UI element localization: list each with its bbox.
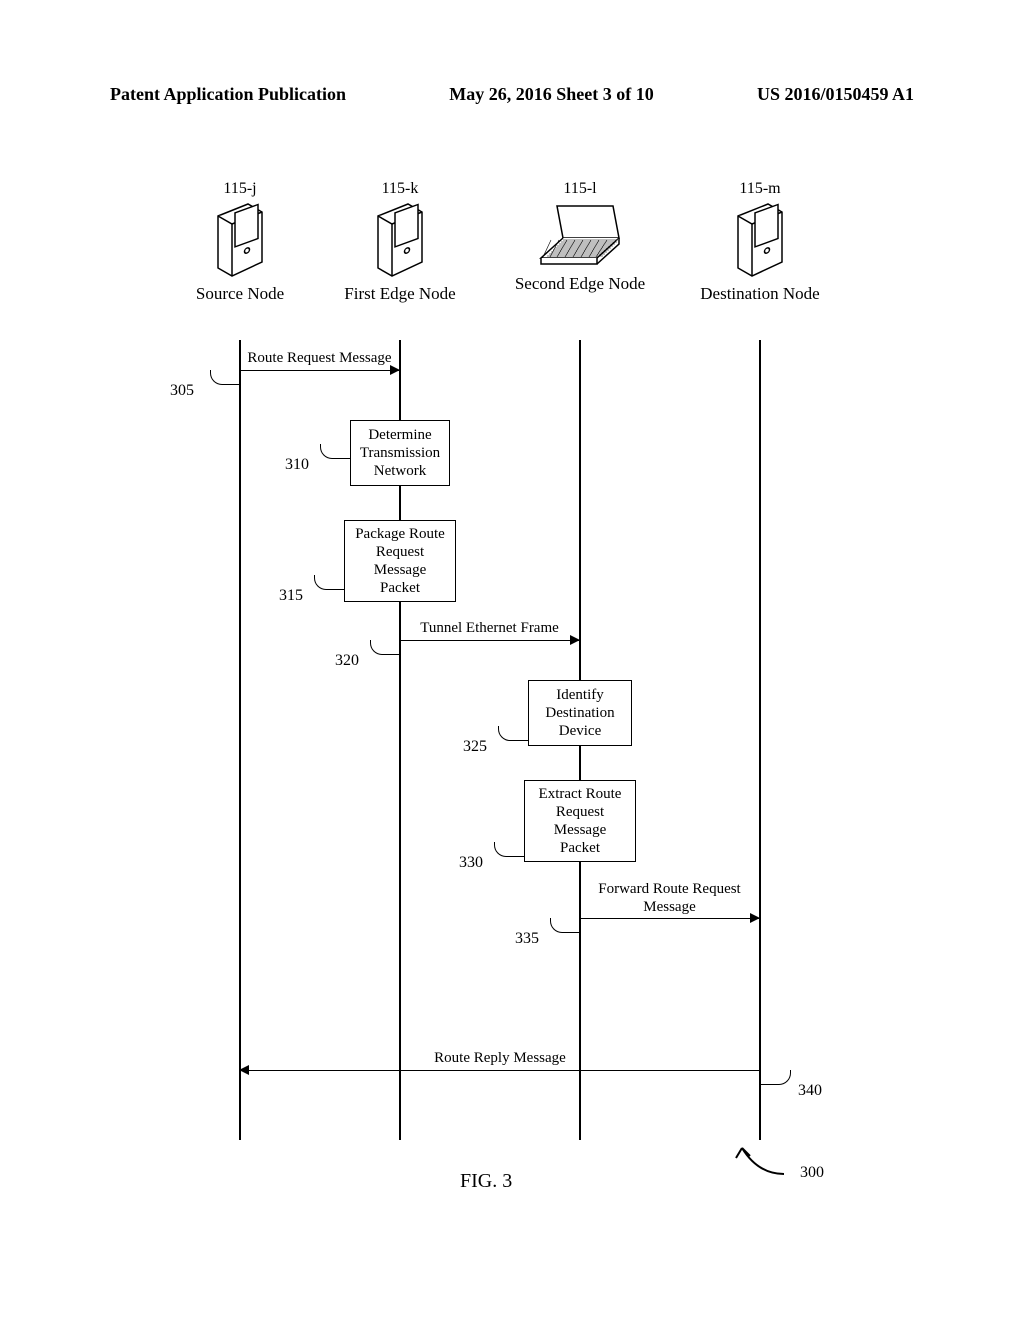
label-305: Route Request Message (240, 350, 399, 367)
box-package-route: Package Route Request Message Packet (344, 520, 456, 602)
box-325-text: Identify Destination Device (537, 686, 623, 740)
box-315-text: Package Route Request Message Packet (353, 525, 447, 597)
figure-label: FIG. 3 (460, 1170, 512, 1193)
ref-curve-330 (494, 842, 525, 857)
ref-curve-310 (320, 444, 351, 459)
lane-dest-id: 115-m (690, 180, 830, 198)
lane-second-id: 115-l (510, 180, 650, 198)
lane-dest-role: Destination Node (690, 284, 830, 304)
lane-source-role: Source Node (180, 284, 300, 304)
label-340: Route Reply Message (240, 1050, 760, 1067)
ref-315: 315 (279, 587, 303, 605)
box-extract-route: Extract Route Request Message Packet (524, 780, 636, 862)
ref-curve-320 (370, 640, 401, 655)
phone-icon (370, 202, 430, 278)
header-center: May 26, 2016 Sheet 3 of 10 (449, 84, 653, 105)
lane-first-role: First Edge Node (340, 284, 460, 304)
sequence-diagram: 115-j Source Node 115-k (140, 180, 880, 1280)
ref-340: 340 (798, 1082, 822, 1100)
ref-curve-325 (498, 726, 529, 741)
box-310-text: Determine Transmission Network (359, 426, 441, 480)
phone-icon (730, 202, 790, 278)
arrow-forward-request: Forward Route Request Message (580, 918, 759, 919)
arrow-route-reply: Route Reply Message (240, 1070, 760, 1071)
box-determine-network: Determine Transmission Network (350, 420, 450, 486)
label-320: Tunnel Ethernet Frame (400, 620, 579, 637)
arrow-route-request: Route Request Message (240, 370, 399, 371)
ref-335: 335 (515, 930, 539, 948)
header-left: Patent Application Publication (110, 84, 346, 105)
box-identify-dest: Identify Destination Device (528, 680, 632, 746)
ref-305: 305 (170, 382, 194, 400)
figure-pointer-icon (728, 1140, 788, 1180)
ref-curve-335 (550, 918, 581, 933)
ref-310: 310 (285, 456, 309, 474)
ref-curve-315 (314, 575, 345, 590)
phone-icon (210, 202, 270, 278)
lane-second-role: Second Edge Node (510, 274, 650, 294)
figure-ref-300: 300 (800, 1164, 824, 1182)
ref-320: 320 (335, 652, 359, 670)
page-header: Patent Application Publication May 26, 2… (0, 84, 1024, 105)
lane-first-id: 115-k (340, 180, 460, 198)
ref-curve-305 (210, 370, 241, 385)
lane-source: 115-j Source Node (180, 180, 300, 304)
lifeline-dest (759, 340, 761, 1140)
ref-330: 330 (459, 854, 483, 872)
laptop-icon (535, 202, 625, 268)
lane-destination: 115-m Destination Node (690, 180, 830, 304)
arrow-tunnel-frame: Tunnel Ethernet Frame (400, 640, 579, 641)
ref-325: 325 (463, 738, 487, 756)
lane-second-edge: 115-l (510, 180, 650, 294)
lifeline-source (239, 340, 241, 1140)
label-335: Forward Route Request Message (580, 880, 759, 916)
box-330-text: Extract Route Request Message Packet (533, 785, 627, 857)
lane-source-id: 115-j (180, 180, 300, 198)
lane-first-edge: 115-k First Edge Node (340, 180, 460, 304)
ref-curve-340 (760, 1070, 791, 1085)
header-right: US 2016/0150459 A1 (757, 84, 914, 105)
